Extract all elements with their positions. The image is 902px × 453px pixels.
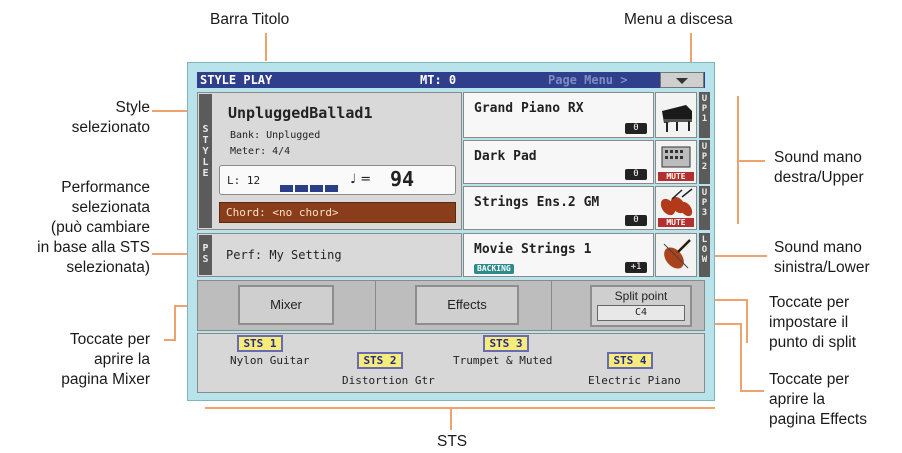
sound-slot-up3[interactable]: Strings Ens.2 GM 0 <box>463 186 654 230</box>
mute-badge: MUTE <box>658 172 694 181</box>
sts-1-button[interactable]: STS 1 <box>237 335 283 352</box>
beat-block <box>325 185 338 192</box>
callout-line <box>205 407 715 409</box>
grand-piano-icon <box>655 92 697 138</box>
sound-name: Dark Pad <box>474 149 537 164</box>
annotation-upper: Sound mano destra/Upper <box>774 149 864 186</box>
callout-line <box>265 33 267 61</box>
sts-4-button[interactable]: STS 4 <box>607 352 653 369</box>
beat-block <box>295 185 308 192</box>
octave-badge: 0 <box>625 169 647 180</box>
divider <box>551 281 552 330</box>
callout-line <box>174 305 176 339</box>
callout-line <box>740 323 742 391</box>
chord-text: Chord: <no chord> <box>226 206 339 219</box>
measure-indicator <box>280 177 338 196</box>
annotation-lower: Sound mano sinistra/Lower <box>774 239 870 276</box>
callout-line <box>740 390 764 392</box>
callout-line <box>450 408 452 430</box>
master-transpose: MT: 0 <box>420 73 457 87</box>
label-up3: UP3 <box>699 186 710 230</box>
tempo-symbol: ♩ = <box>350 172 372 187</box>
mute-badge: MUTE <box>658 218 694 227</box>
callout-line <box>737 160 765 162</box>
beat-block <box>310 185 323 192</box>
chevron-down-icon <box>676 78 688 84</box>
split-point-button[interactable]: Split point C4 <box>590 285 692 327</box>
octave-badge: 0 <box>625 123 647 134</box>
style-length: L: 12 <box>227 174 261 187</box>
label-low: LOW <box>699 233 710 277</box>
sound-slot-low[interactable]: Movie Strings 1 BACKING +1 <box>463 233 654 277</box>
style-name: UnpluggedBallad1 <box>228 104 373 122</box>
sound-name: Movie Strings 1 <box>474 242 592 257</box>
backing-badge: BACKING <box>474 264 514 274</box>
split-point-label: Split point <box>614 289 668 303</box>
annotation-mixer: Toccate per aprire la pagina Mixer <box>61 331 150 388</box>
annotation-sts: STS <box>437 433 468 450</box>
sts-4-name: Electric Piano <box>588 374 681 387</box>
sound-slot-up2[interactable]: Dark Pad 0 <box>463 140 654 184</box>
violin-icon <box>655 233 697 277</box>
annotation-menu-a-discesa: Menu a discesa <box>624 11 733 28</box>
octave-badge: +1 <box>625 262 647 273</box>
style-tab: STYLE <box>199 94 212 228</box>
page-menu-button[interactable] <box>660 72 704 88</box>
label-up1: UP1 <box>699 92 710 138</box>
annotation-style-selezionato: Style selezionato <box>71 99 150 136</box>
sts-2-button[interactable]: STS 2 <box>357 352 403 369</box>
style-meter: Meter: 4/4 <box>230 146 291 157</box>
split-point-value: C4 <box>597 305 685 321</box>
sound-slot-up1[interactable]: Grand Piano RX 0 <box>463 92 654 138</box>
sts-1-name: Nylon Guitar <box>230 354 310 367</box>
page-menu-label[interactable]: Page Menu > <box>548 73 627 87</box>
octave-badge: 0 <box>625 215 647 226</box>
beat-block <box>280 185 293 192</box>
sts-3-button[interactable]: STS 3 <box>483 335 529 352</box>
callout-line <box>164 339 176 341</box>
callout-line <box>707 255 767 257</box>
sound-name: Strings Ens.2 GM <box>474 195 600 210</box>
style-bank: Bank: Unplugged <box>230 130 321 141</box>
tempo-value: 94 <box>390 167 415 191</box>
annotation-split: Toccate per impostare il punto di split <box>769 294 857 351</box>
callout-line <box>746 299 748 343</box>
annotation-barra-titolo: Barra Titolo <box>210 11 290 28</box>
annotation-effects: Toccate per aprire la pagina Effects <box>769 371 867 428</box>
mixer-button[interactable]: Mixer <box>238 285 334 325</box>
callout-line <box>690 33 692 63</box>
page-title: STYLE PLAY <box>200 73 273 87</box>
sts-3-name: Trumpet & Muted <box>453 354 553 367</box>
label-up2: UP2 <box>699 140 710 184</box>
performance-name: Perf: My Setting <box>226 248 342 262</box>
divider <box>375 281 376 330</box>
sound-name: Grand Piano RX <box>474 101 584 116</box>
performance-tab: PS <box>199 235 212 275</box>
effects-button[interactable]: Effects <box>415 285 519 325</box>
annotation-performance: Performance selezionata (può cambiare in b… <box>37 179 150 276</box>
sts-2-name: Distortion Gtr <box>342 374 435 387</box>
